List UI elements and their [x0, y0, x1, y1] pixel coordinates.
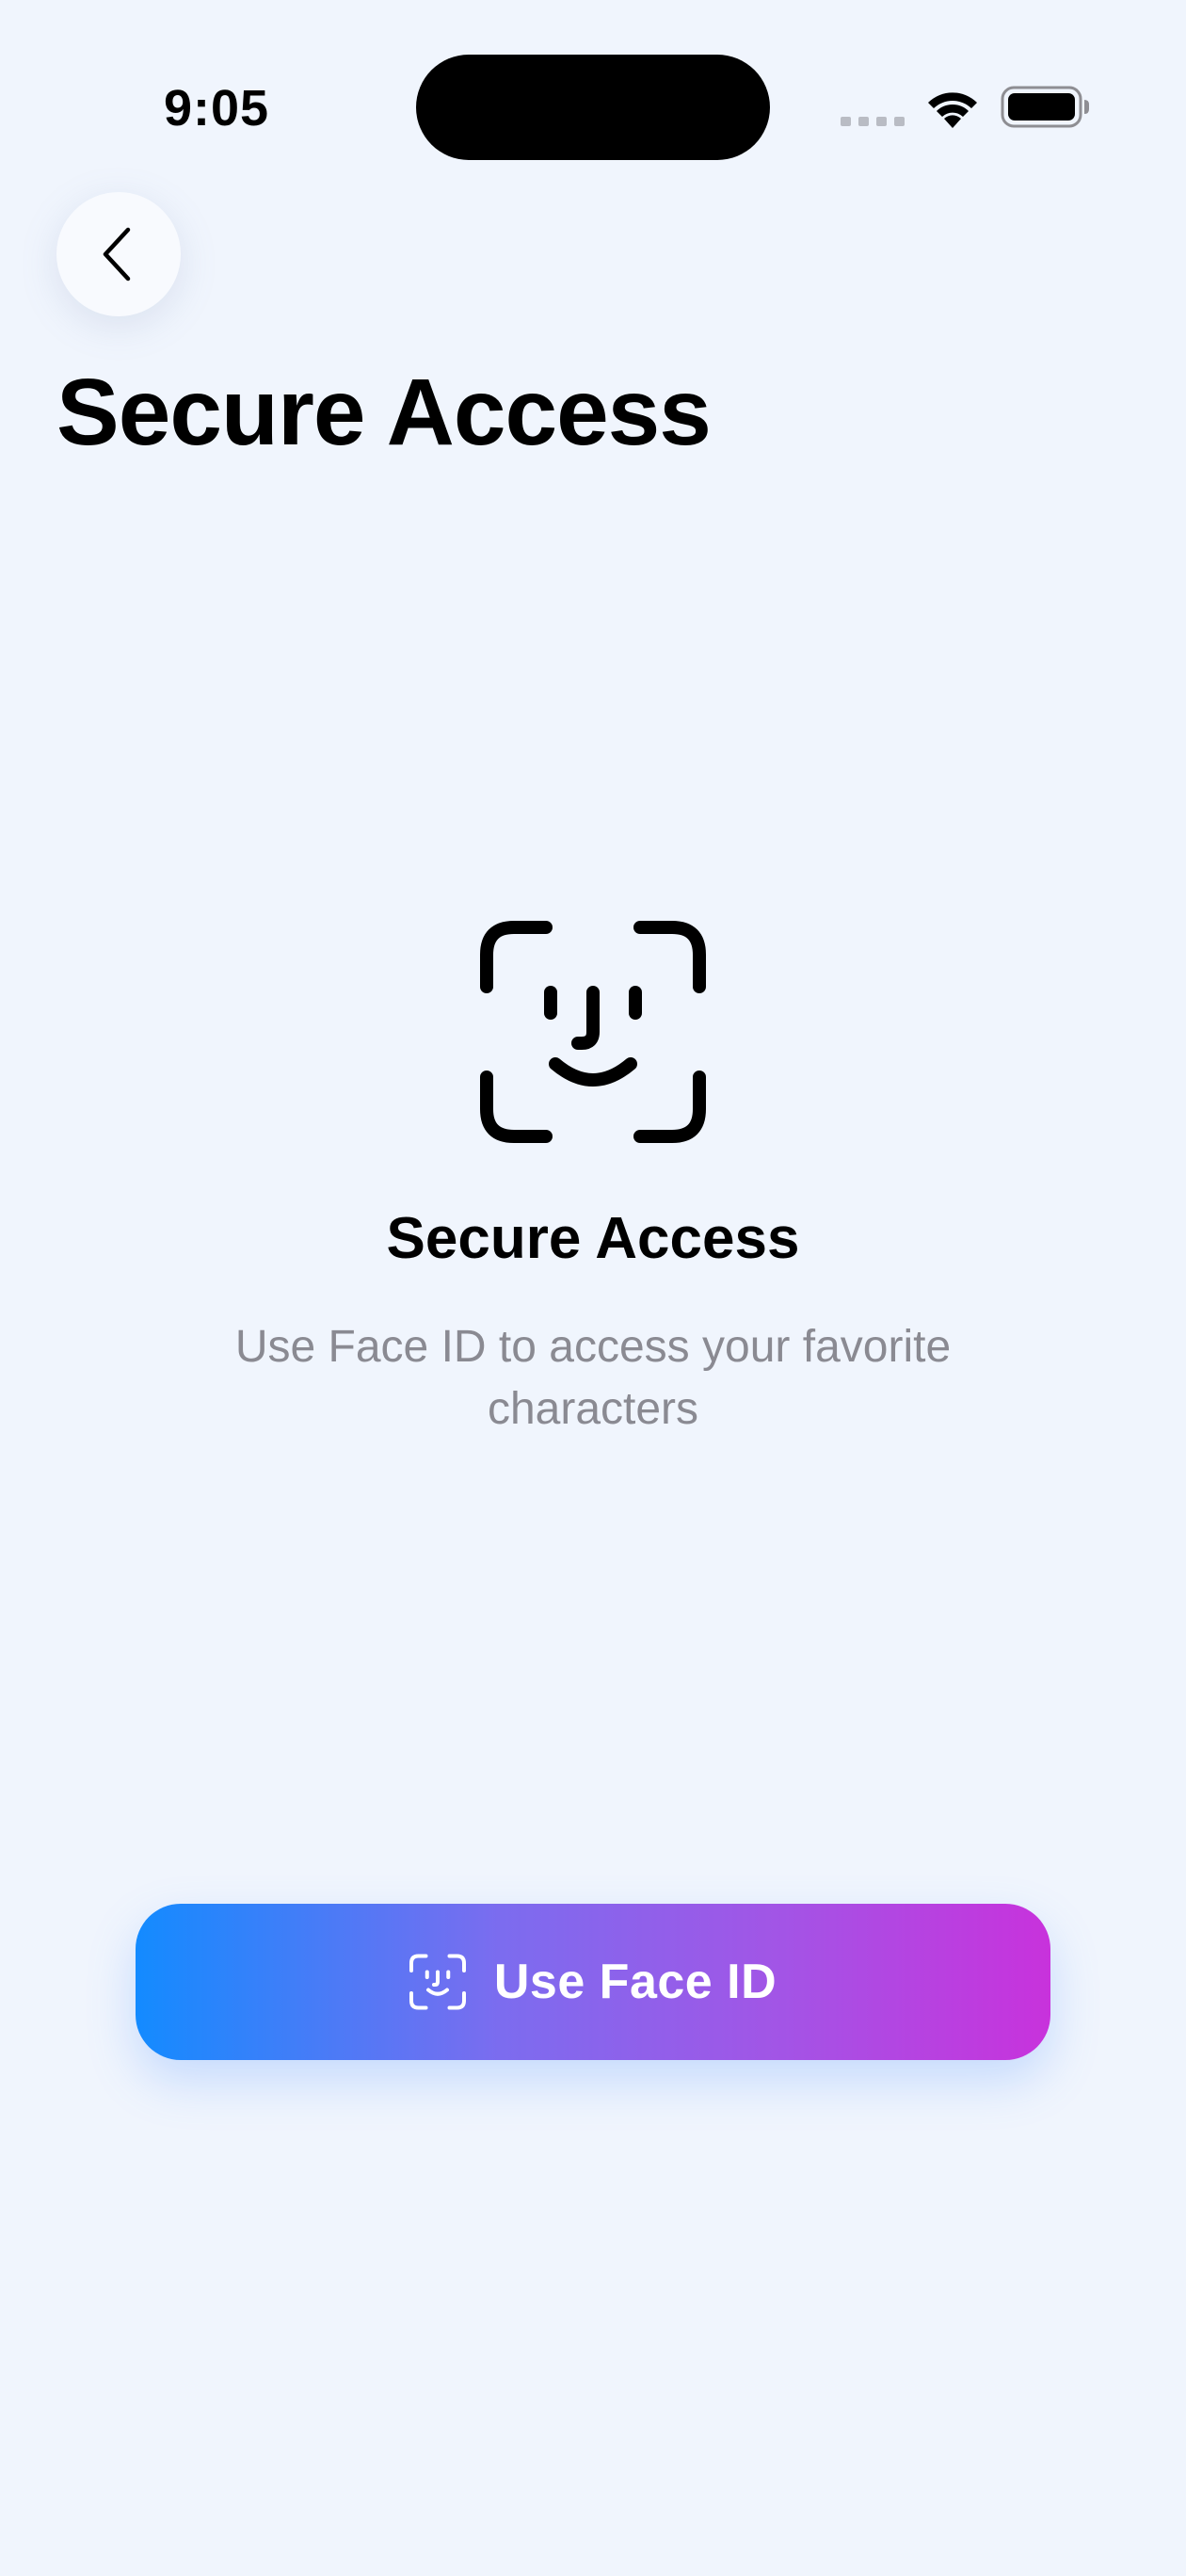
status-time: 9:05	[164, 80, 270, 137]
back-button[interactable]	[56, 192, 181, 316]
chevron-left-icon	[103, 227, 131, 282]
status-bar: 9:05	[0, 0, 1186, 160]
page-title: Secure Access	[56, 360, 712, 465]
wifi-icon	[928, 92, 977, 128]
description-text: Use Face ID to access your favorite char…	[234, 1322, 952, 1434]
face-id-icon	[409, 1954, 466, 2010]
battery-icon	[1001, 86, 1089, 128]
dynamic-island	[416, 55, 770, 160]
use-face-id-button[interactable]: Use Face ID	[136, 1904, 1050, 2060]
use-face-id-label: Use Face ID	[493, 1955, 777, 2009]
cellular-signal-icon	[841, 117, 905, 126]
section-heading: Secure Access	[386, 1206, 800, 1271]
face-id-icon	[480, 921, 706, 1143]
